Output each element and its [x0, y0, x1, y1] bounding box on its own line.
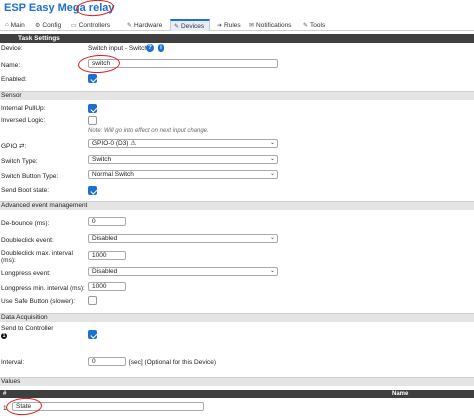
switch-button-type-select-value: Normal Switch [92, 171, 134, 178]
interval-input[interactable]: 0 [88, 357, 126, 366]
tab-label: Rules [224, 21, 241, 29]
info-icon[interactable]: i [158, 44, 164, 52]
pullup-checkbox[interactable] [88, 104, 97, 113]
pullup-label: Internal PullUp: [1, 105, 46, 112]
interval-label: Interval: [1, 359, 25, 366]
mail-icon: ✉ [249, 22, 255, 29]
longpress-label: Longpress event: [1, 270, 51, 277]
switch-button-type-select[interactable]: Normal Switch ⌄ [88, 170, 278, 179]
tab-main[interactable]: ⌂ Main [2, 19, 28, 31]
doubleclick-max-label-unit: (ms): [1, 257, 16, 264]
chevron-down-icon: ⌄ [269, 235, 275, 241]
plug-icon: ✎ [174, 23, 180, 30]
help-icon[interactable]: ? [146, 44, 154, 52]
annotation-circle-value-name [5, 396, 43, 417]
interval-note: [sec] (Optional for this Device) [129, 359, 217, 366]
tab-label: Main [10, 21, 25, 29]
gpio-label: GPIO ⇄: [1, 143, 27, 150]
tab-label: Hardware [134, 21, 163, 29]
values-section-header: Values [0, 377, 474, 386]
gear-icon: ⚙ [35, 22, 41, 29]
doubleclick-max-input[interactable]: 1000 [88, 251, 126, 260]
main-tabs: ⌂ Main ⚙ Config ▭ Controllers ✎ Hardware… [0, 17, 474, 31]
inversed-note: Note: Will go into effect on next input … [88, 128, 209, 134]
controller-icon: ▭ [71, 22, 77, 29]
tab-label: Tools [310, 21, 326, 29]
gpio-select[interactable]: GPIO-0 (D3) ⚠ ⌄ [88, 139, 278, 148]
safe-button-checkbox[interactable] [88, 296, 97, 305]
tab-label: Controllers [78, 21, 111, 29]
enabled-label: Enabled: [1, 76, 27, 83]
send-controller-checkbox[interactable] [88, 330, 97, 339]
debounce-label: De-bounce (ms): [1, 220, 50, 227]
tab-controllers[interactable]: ▭ Controllers [68, 19, 113, 31]
chevron-down-icon: ⌄ [269, 140, 275, 146]
gpio-select-value: GPIO-0 (D3) ⚠ [92, 140, 137, 147]
values-col-name: Name [392, 391, 409, 397]
chevron-down-icon: ⌄ [269, 156, 275, 162]
app-title-main: ESP Easy Mega [4, 2, 86, 14]
annotation-circle-title [75, 0, 115, 18]
inversed-checkbox[interactable] [88, 116, 97, 125]
values-table-header: # Name [0, 390, 474, 398]
doubleclick-select[interactable]: Disabled ⌄ [88, 234, 278, 243]
send-boot-checkbox[interactable] [88, 186, 97, 195]
inversed-label: Inversed Logic: [1, 117, 46, 124]
tab-label: Config [42, 21, 62, 29]
tab-rules[interactable]: ➜ Rules [214, 19, 244, 31]
task-settings-header: Task Settings [0, 34, 474, 43]
device-label: Device: [1, 45, 23, 52]
doubleclick-label: Doubleclick event: [1, 237, 54, 244]
longpress-min-input[interactable]: 1000 [88, 282, 126, 291]
chevron-down-icon: ⌄ [269, 171, 275, 177]
values-col-num: # [3, 391, 7, 397]
annotation-circle-name [77, 53, 121, 75]
switch-type-select-value: Switch [92, 156, 112, 163]
tab-devices[interactable]: ✎ Devices [170, 19, 210, 31]
tab-label: Notifications [256, 21, 292, 29]
longpress-select-value: Disabled [92, 268, 118, 275]
switch-type-label: Switch Type: [1, 158, 38, 165]
tab-config[interactable]: ⚙ Config [32, 19, 64, 31]
longpress-select[interactable]: Disabled ⌄ [88, 267, 278, 276]
home-icon: ⌂ [5, 22, 9, 28]
switch-type-select[interactable]: Switch ⌄ [88, 155, 278, 164]
device-value: Switch input - Switch [88, 45, 148, 52]
name-label: Name: [1, 62, 21, 69]
tab-notifications[interactable]: ✉ Notifications [246, 19, 294, 31]
longpress-min-label: Longpress min. interval (ms): [1, 285, 85, 292]
doubleclick-select-value: Disabled [92, 235, 118, 242]
debounce-input[interactable]: 0 [88, 217, 126, 226]
doubleclick-max-label: Doubleclick max. interval [1, 250, 73, 257]
safe-button-label: Use Safe Button (slower): [1, 298, 76, 305]
send-boot-label: Send Boot state: [1, 187, 50, 194]
wrench-icon: ✎ [303, 22, 309, 29]
arrow-icon: ➜ [217, 22, 223, 29]
tab-label: Devices [181, 22, 205, 30]
advanced-section-header: Advanced event management [0, 201, 474, 210]
chevron-down-icon: ⌄ [269, 268, 275, 274]
switch-button-type-label: Switch Button Type: [1, 173, 59, 180]
sensor-section-header: Sensor [0, 91, 474, 100]
controller-number-badge: 1 [1, 333, 7, 339]
pin-icon: ✎ [127, 22, 133, 29]
enabled-checkbox[interactable] [88, 74, 97, 83]
send-controller-label: Send to Controller [1, 325, 54, 332]
tab-tools[interactable]: ✎ Tools [300, 19, 328, 31]
tab-hardware[interactable]: ✎ Hardware [124, 19, 165, 31]
data-acquisition-section-header: Data Acquisition [0, 313, 474, 322]
